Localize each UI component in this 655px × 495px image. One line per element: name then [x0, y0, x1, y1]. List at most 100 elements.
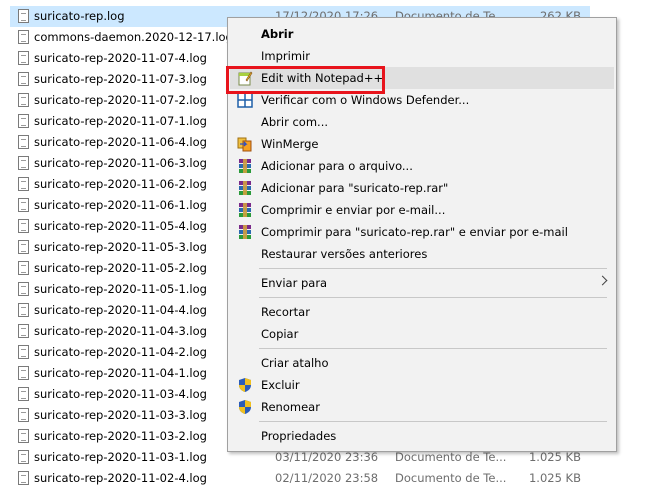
highlight-box	[226, 66, 385, 94]
file-name: suricato-rep-2020-11-06-4.log	[34, 135, 207, 149]
text-file-icon	[18, 282, 29, 296]
file-name: suricato-rep-2020-11-04-2.log	[34, 345, 207, 359]
menu-item-label: Excluir	[261, 378, 300, 392]
text-file-icon	[18, 219, 29, 233]
file-name: suricato-rep-2020-11-03-1.log	[34, 450, 207, 464]
menu-item-label: Restaurar versões anteriores	[261, 247, 428, 261]
uac-shield-icon	[237, 377, 253, 393]
menu-item-compress-email[interactable]: Comprimir e enviar por e-mail...	[230, 199, 614, 221]
uac-shield-icon	[237, 399, 253, 415]
text-file-icon	[18, 408, 29, 422]
file-name: suricato-rep-2020-11-03-2.log	[34, 429, 207, 443]
menu-item-label: Verificar com o Windows Defender...	[261, 93, 470, 107]
text-file-icon	[18, 198, 29, 212]
menu-separator	[259, 297, 607, 298]
file-name: suricato-rep-2020-11-07-2.log	[34, 93, 207, 107]
file-name: suricato-rep-2020-11-05-3.log	[34, 240, 207, 254]
file-name: suricato-rep-2020-11-03-4.log	[34, 387, 207, 401]
menu-separator	[259, 268, 607, 269]
file-name: suricato-rep.log	[34, 9, 125, 23]
menu-item-copy[interactable]: Copiar	[230, 323, 614, 345]
file-name: suricato-rep-2020-11-07-1.log	[34, 114, 207, 128]
file-name: suricato-rep-2020-11-07-4.log	[34, 51, 207, 65]
text-file-icon	[18, 387, 29, 401]
file-name: suricato-rep-2020-11-03-3.log	[34, 408, 207, 422]
menu-item-label: Criar atalho	[261, 356, 329, 370]
menu-item-send-to[interactable]: Enviar para	[230, 272, 614, 294]
file-name: suricato-rep-2020-11-04-4.log	[34, 303, 207, 317]
file-name: suricato-rep-2020-11-02-4.log	[34, 471, 207, 485]
text-file-icon	[18, 240, 29, 254]
text-file-icon	[18, 114, 29, 128]
menu-item-label: Adicionar para "suricato-rep.rar"	[261, 181, 449, 195]
menu-item-cut[interactable]: Recortar	[230, 301, 614, 323]
file-name: suricato-rep-2020-11-05-4.log	[34, 219, 207, 233]
menu-item-compress-rar-email[interactable]: Comprimir para "suricato-rep.rar" e envi…	[230, 221, 614, 243]
file-name: commons-daemon.2020-12-17.log	[34, 30, 233, 44]
text-file-icon	[18, 303, 29, 317]
menu-item-open-with[interactable]: Abrir com...	[230, 111, 614, 133]
menu-item-label: Comprimir para "suricato-rep.rar" e envi…	[261, 225, 568, 239]
file-name: suricato-rep-2020-11-04-3.log	[34, 324, 207, 338]
winmerge-icon	[237, 136, 253, 152]
partial-row-top	[10, 0, 590, 2]
text-file-icon	[18, 261, 29, 275]
menu-item-print[interactable]: Imprimir	[230, 45, 614, 67]
file-name: suricato-rep-2020-11-05-2.log	[34, 261, 207, 275]
text-file-icon	[18, 429, 29, 443]
text-file-icon	[18, 177, 29, 191]
menu-item-label: Copiar	[261, 327, 299, 341]
menu-item-label: Renomear	[261, 400, 320, 414]
menu-item-add-archive[interactable]: Adicionar para o arquivo...	[230, 155, 614, 177]
menu-item-label: Adicionar para o arquivo...	[261, 159, 413, 173]
text-file-icon	[18, 366, 29, 380]
file-size: 1.025 KB	[528, 471, 581, 485]
text-file-icon	[18, 30, 29, 44]
file-name: suricato-rep-2020-11-06-3.log	[34, 156, 207, 170]
winrar-icon	[237, 180, 253, 196]
file-date: 03/11/2020 23:36	[275, 450, 379, 464]
menu-item-open[interactable]: Abrir	[230, 23, 614, 45]
menu-item-create-shortcut[interactable]: Criar atalho	[230, 352, 614, 374]
text-file-icon	[18, 324, 29, 338]
menu-item-label: Propriedades	[261, 429, 337, 443]
file-name: suricato-rep-2020-11-05-1.log	[34, 282, 207, 296]
menu-item-properties[interactable]: Propriedades	[230, 425, 614, 447]
text-file-icon	[18, 135, 29, 149]
text-file-icon	[18, 345, 29, 359]
file-size: 1.025 KB	[528, 450, 581, 464]
text-file-icon	[18, 93, 29, 107]
menu-item-label: Enviar para	[261, 276, 328, 290]
menu-item-label: Abrir com...	[261, 115, 329, 129]
menu-item-delete[interactable]: Excluir	[230, 374, 614, 396]
menu-separator	[259, 348, 607, 349]
file-name: suricato-rep-2020-11-06-1.log	[34, 198, 207, 212]
menu-item-restore[interactable]: Restaurar versões anteriores	[230, 243, 614, 265]
winrar-icon	[237, 202, 253, 218]
winrar-icon	[237, 224, 253, 240]
menu-item-label: Comprimir e enviar por e-mail...	[261, 203, 446, 217]
file-type: Documento de Te...	[395, 471, 507, 485]
text-file-icon	[18, 9, 29, 23]
menu-item-add-rar[interactable]: Adicionar para "suricato-rep.rar"	[230, 177, 614, 199]
file-name: suricato-rep-2020-11-07-3.log	[34, 72, 207, 86]
text-file-icon	[18, 51, 29, 65]
menu-item-label: Recortar	[261, 305, 310, 319]
file-row[interactable]: suricato-rep-2020-11-02-4.log 02/11/2020 …	[10, 468, 590, 489]
text-file-icon	[18, 471, 29, 485]
windows-defender-icon	[237, 92, 253, 108]
file-date: 02/11/2020 23:58	[275, 471, 379, 485]
file-name: suricato-rep-2020-11-04-1.log	[34, 366, 207, 380]
file-name: suricato-rep-2020-11-06-2.log	[34, 177, 207, 191]
winrar-icon	[237, 158, 253, 174]
text-file-icon	[18, 450, 29, 464]
text-file-icon	[18, 156, 29, 170]
text-file-icon	[18, 72, 29, 86]
file-type: Documento de Te...	[395, 450, 507, 464]
menu-item-label: Imprimir	[261, 49, 310, 63]
chevron-right-icon	[597, 275, 608, 286]
menu-item-rename[interactable]: Renomear	[230, 396, 614, 418]
menu-separator	[259, 421, 607, 422]
menu-item-winmerge[interactable]: WinMerge	[230, 133, 614, 155]
menu-item-label: Abrir	[261, 27, 294, 41]
